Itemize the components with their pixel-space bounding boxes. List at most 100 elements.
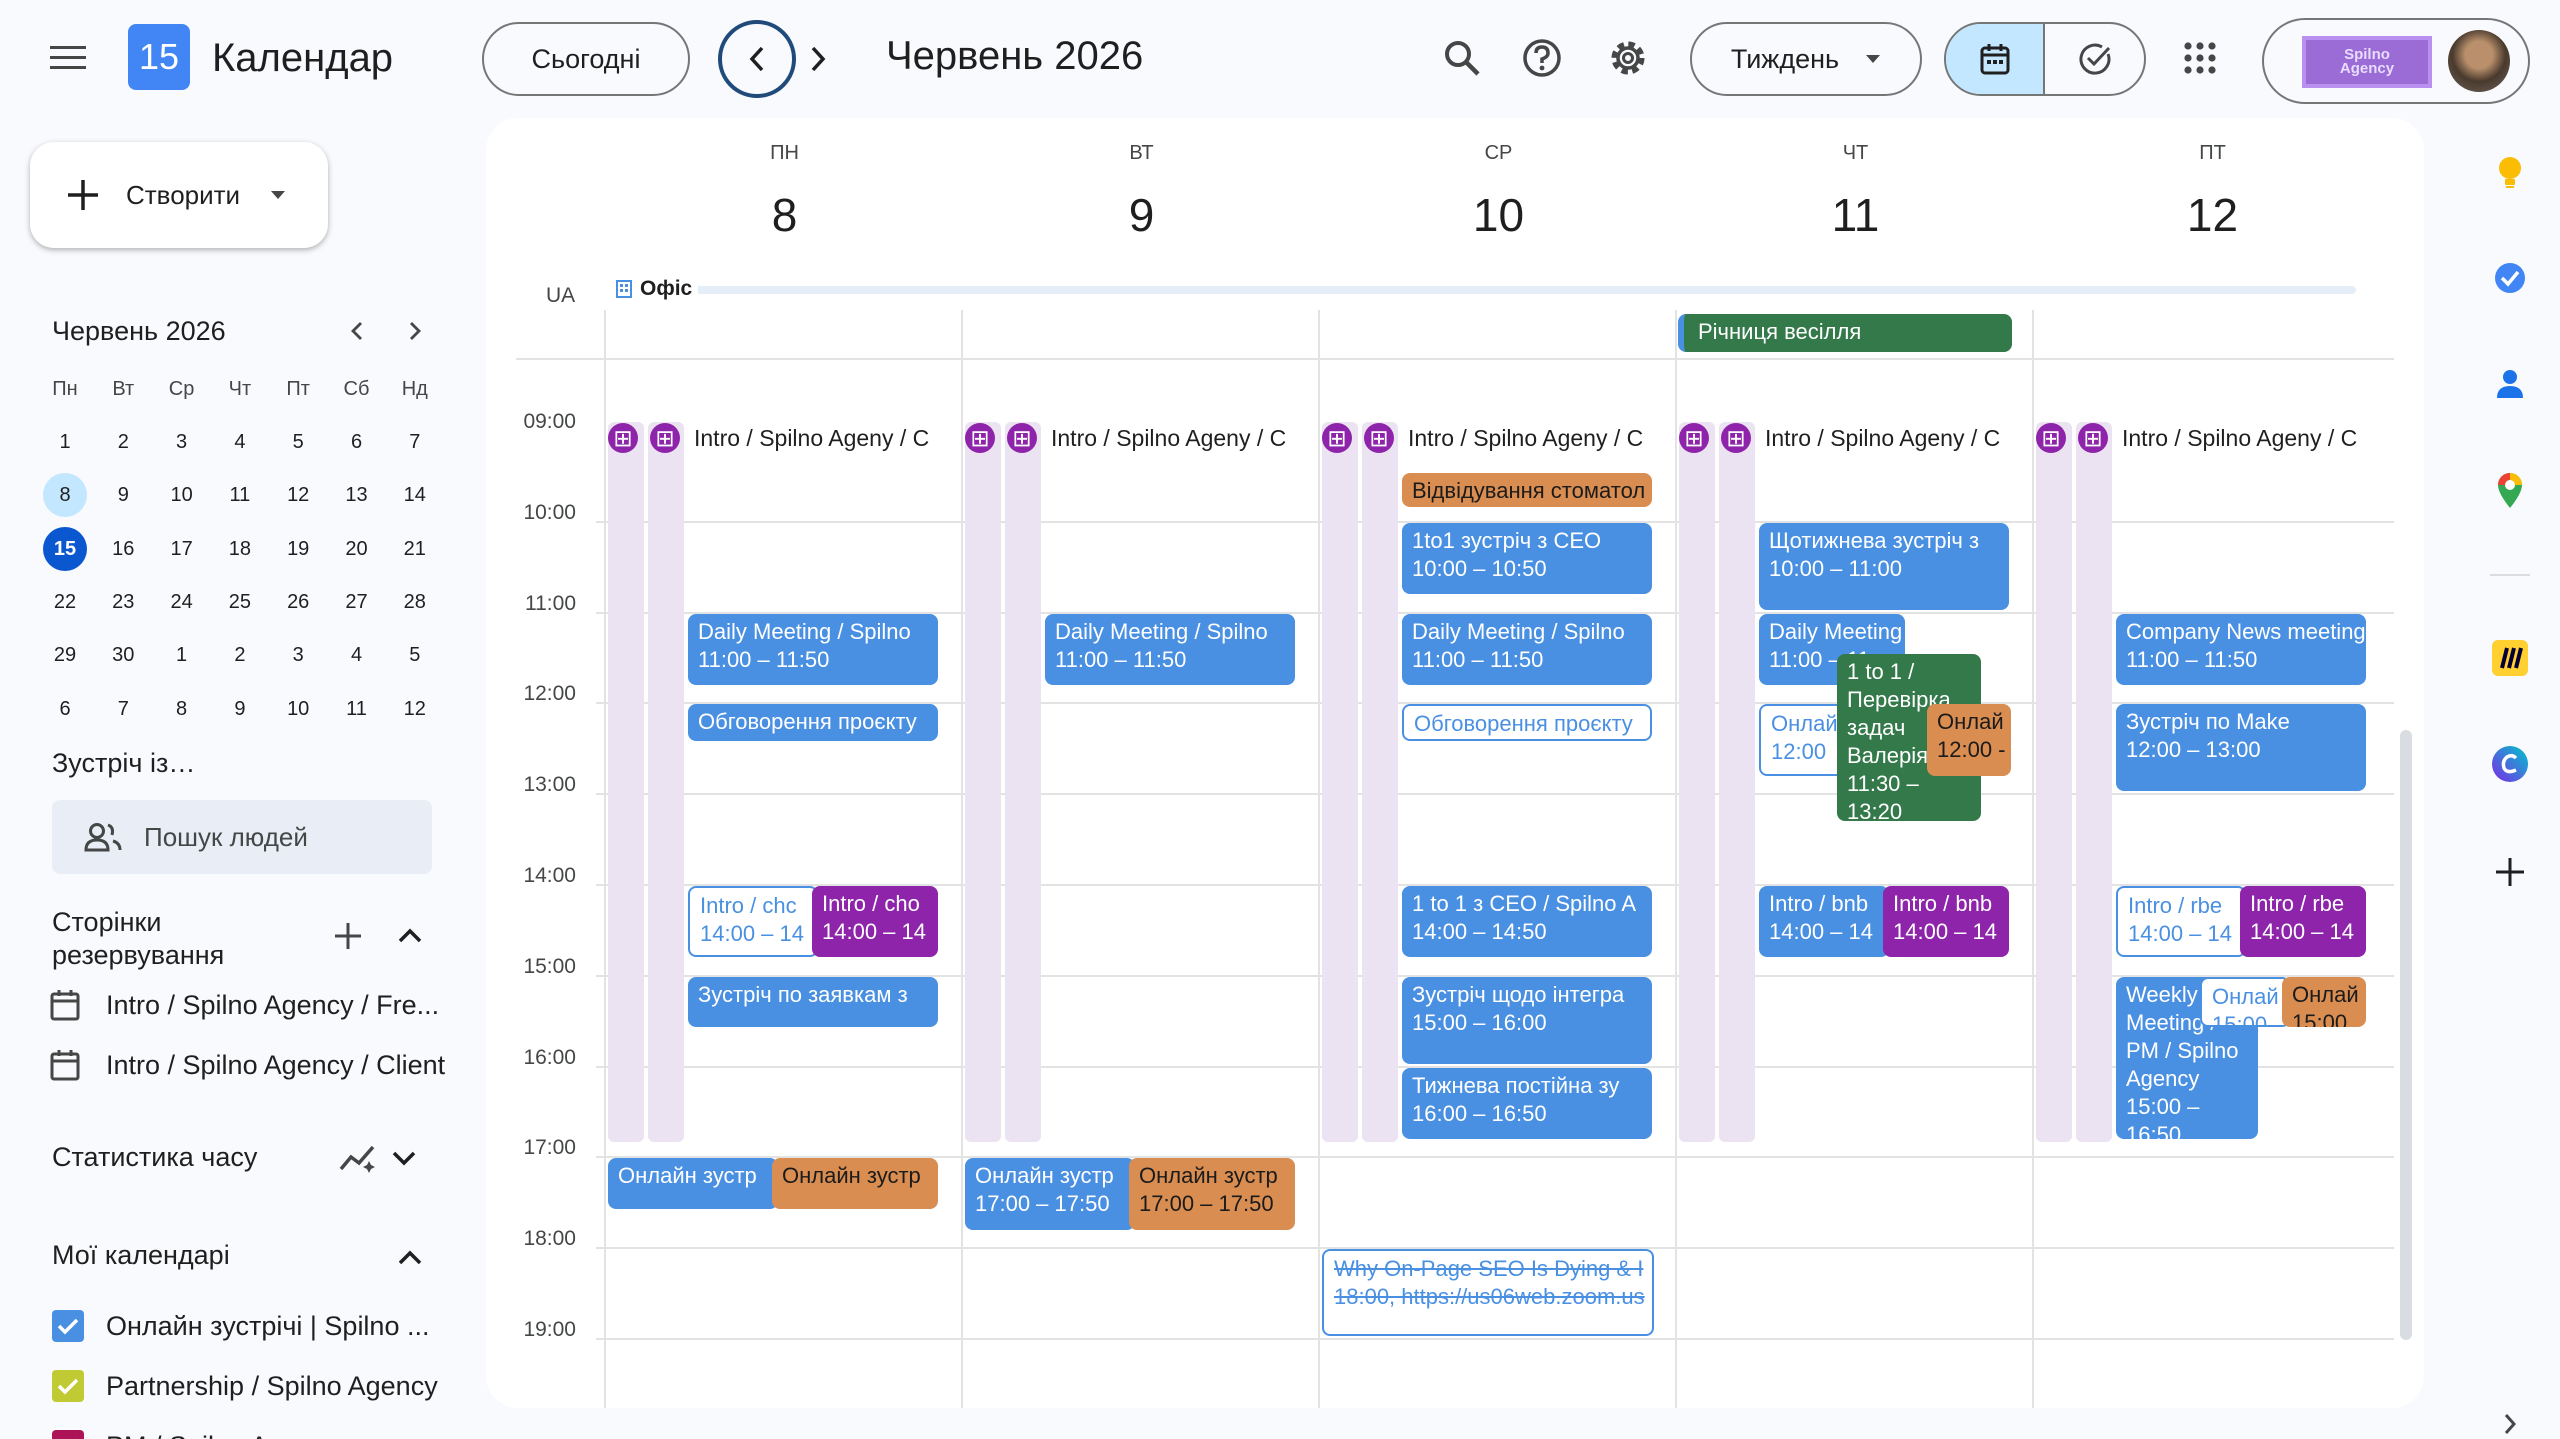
tasks-view-button[interactable] [2045, 24, 2144, 94]
tasks-icon[interactable] [2490, 258, 2530, 298]
booking-slot-row[interactable]: ⊞ ⊞ Intro / Spilno Ageny / C [1322, 420, 1662, 456]
all-day-event[interactable]: Річниця весілля [1678, 314, 2012, 352]
event-online-meeting[interactable]: Онлай 15:00 [2282, 976, 2366, 1028]
event-online-meeting[interactable]: Онлайн зустр [608, 1158, 778, 1209]
mini-day[interactable]: 17 [160, 527, 204, 571]
view-select[interactable]: Тиждень [1690, 22, 1922, 96]
prev-week-button[interactable] [718, 20, 796, 98]
my-calendars-title[interactable]: Мої календарі [52, 1240, 230, 1271]
event-weekly-meeting[interactable]: Щотижнева зустріч з 10:00 – 11:00 [1759, 522, 2009, 610]
add-booking-page-button[interactable] [330, 918, 366, 954]
mini-day[interactable]: 21 [393, 527, 437, 571]
event-intro[interactable]: Intro / chc 14:00 – 14 [688, 886, 818, 958]
mini-day[interactable]: 10 [160, 473, 204, 517]
mini-day[interactable]: 15 [43, 526, 87, 571]
mini-day[interactable]: 25 [218, 580, 262, 624]
day-number[interactable]: 9 [963, 188, 1320, 242]
mini-day[interactable]: 7 [393, 420, 437, 464]
people-search-input[interactable]: Пошук людей [52, 800, 432, 874]
event-online-meeting[interactable]: Онлай 15:00 [2200, 976, 2290, 1028]
event-intro[interactable]: Intro / rbe 14:00 – 14 [2116, 886, 2246, 958]
mini-day[interactable]: 8 [160, 687, 204, 731]
booking-strip[interactable] [648, 422, 684, 1142]
booking-strip[interactable] [1719, 422, 1755, 1142]
canva-icon[interactable] [2490, 744, 2530, 784]
mini-day[interactable]: 5 [393, 633, 437, 677]
calendar-list-item[interactable]: PM / Spilno Agency [52, 1426, 340, 1439]
today-button[interactable]: Сьогодні [482, 22, 690, 96]
event-intro[interactable]: Intro / cho 14:00 – 14 [812, 886, 938, 958]
main-menu-button[interactable] [42, 36, 94, 80]
event-online-meeting[interactable]: Онлай 12:00 - [1927, 704, 2011, 776]
next-week-button[interactable] [800, 36, 836, 82]
booking-page-item[interactable]: Intro / Spilno Agency / Client [50, 1045, 445, 1085]
mini-day[interactable]: 23 [101, 580, 145, 624]
event-online-meeting[interactable]: Онлайн зустр 17:00 – 17:50 [1129, 1158, 1295, 1230]
mini-day[interactable]: 6 [43, 687, 87, 731]
mini-day[interactable]: 1 [43, 420, 87, 464]
mini-day[interactable]: 30 [101, 633, 145, 677]
mini-day[interactable]: 28 [393, 580, 437, 624]
event-make-meeting[interactable]: Зустріч по Make 12:00 – 13:00 [2116, 704, 2366, 792]
miro-icon[interactable] [2490, 638, 2530, 678]
booking-strip[interactable] [1362, 422, 1398, 1142]
day-number[interactable]: 8 [606, 188, 963, 242]
booking-strip[interactable] [2076, 422, 2112, 1142]
mini-day[interactable]: 22 [43, 580, 87, 624]
mini-day[interactable]: 9 [218, 687, 262, 731]
calendar-view-button[interactable] [1946, 24, 2046, 94]
time-stats-title[interactable]: Статистика часу [52, 1142, 257, 1173]
booking-slot-row[interactable]: ⊞ ⊞ Intro / Spilno Ageny / C [1679, 420, 2019, 456]
avatar[interactable] [2448, 30, 2510, 92]
event-online-meeting[interactable]: Онлайн зустр [772, 1158, 938, 1209]
settings-button[interactable] [1604, 34, 1652, 82]
booking-strip[interactable] [608, 422, 644, 1142]
calendar-logo-icon[interactable]: 15 [128, 24, 190, 90]
booking-strip[interactable] [1005, 422, 1041, 1142]
event-company-news[interactable]: Company News meeting 11:00 – 11:50 [2116, 613, 2366, 685]
event-intro[interactable]: Intro / rbe 14:00 – 14 [2240, 886, 2366, 958]
mini-day[interactable]: 4 [335, 633, 379, 677]
apps-button[interactable] [2176, 34, 2224, 82]
mini-day[interactable]: 9 [101, 473, 145, 517]
mini-day[interactable]: 10 [276, 687, 320, 731]
calendar-list-item[interactable]: Онлайн зустрічі | Spilno ... [52, 1306, 429, 1346]
calendar-checkbox[interactable] [52, 1430, 84, 1439]
keep-icon[interactable] [2490, 152, 2530, 192]
add-addon-icon[interactable] [2490, 852, 2530, 892]
booking-slot-row[interactable]: ⊞ ⊞ Intro / Spilno Ageny / C [608, 420, 948, 456]
create-button[interactable]: Створити [30, 142, 328, 248]
mini-day[interactable]: 19 [276, 527, 320, 571]
event-requests-meeting[interactable]: Зустріч по заявкам з [688, 976, 938, 1028]
day-number[interactable]: 12 [2034, 188, 2391, 242]
mini-day[interactable]: 5 [276, 420, 320, 464]
event-daily-meeting[interactable]: Daily Meeting / Spilno 11:00 – 11:50 [1045, 613, 1295, 685]
mini-day[interactable]: 4 [218, 420, 262, 464]
day-number[interactable]: 10 [1320, 188, 1677, 242]
mini-day[interactable]: 14 [393, 473, 437, 517]
event-weekly-meeting[interactable]: Тижнева постійна зу 16:00 – 16:50 [1402, 1067, 1652, 1139]
mini-day[interactable]: 2 [218, 633, 262, 677]
collapse-my-calendars[interactable] [392, 1240, 428, 1276]
mini-day[interactable]: 27 [335, 580, 379, 624]
mini-day[interactable]: 6 [335, 420, 379, 464]
mini-day[interactable]: 12 [393, 687, 437, 731]
search-button[interactable] [1438, 34, 1486, 82]
working-location-bar[interactable] [610, 286, 2356, 294]
booking-strip[interactable] [1322, 422, 1358, 1142]
contacts-icon[interactable] [2490, 364, 2530, 404]
mini-day[interactable]: 8 [43, 473, 87, 518]
calendar-checkbox[interactable] [52, 1310, 84, 1342]
mini-day[interactable]: 3 [276, 633, 320, 677]
mini-day[interactable]: 20 [335, 527, 379, 571]
event-online-meeting[interactable]: Онлайн зустр 17:00 – 17:50 [965, 1158, 1135, 1230]
booking-strip[interactable] [1679, 422, 1715, 1142]
booking-slot-row[interactable]: ⊞ ⊞ Intro / Spilno Ageny / C [965, 420, 1305, 456]
working-location[interactable]: Офіс [610, 276, 699, 302]
event-project-discussion[interactable]: Обговорення проєкту [1402, 704, 1652, 742]
mini-day[interactable]: 29 [43, 633, 87, 677]
event-intro[interactable]: Intro / bnb 14:00 – 14 [1883, 886, 2009, 958]
mini-day[interactable]: 16 [101, 527, 145, 571]
event-1to1-ceo[interactable]: 1to1 зустріч з CEO 10:00 – 10:50 [1402, 522, 1652, 595]
booking-strip[interactable] [2036, 422, 2072, 1142]
